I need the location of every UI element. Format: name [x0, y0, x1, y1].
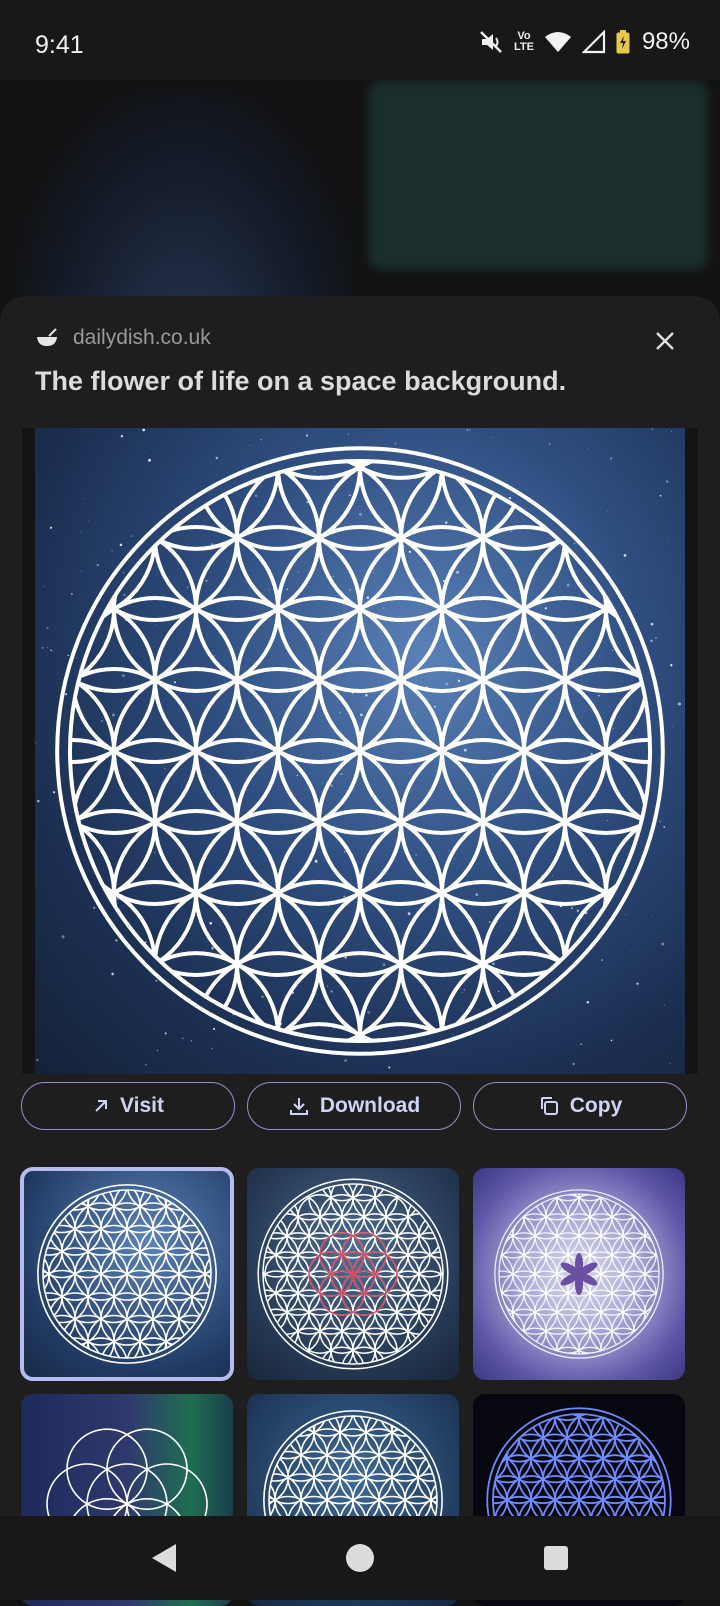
arrow-up-right-icon [95, 1100, 108, 1112]
home-button[interactable] [342, 1540, 378, 1576]
download-icon [289, 1098, 308, 1115]
thumbnail-3[interactable] [473, 1168, 685, 1380]
background-content [0, 80, 720, 320]
status-bar: 9:41 Vo LTE 98% [0, 0, 720, 80]
image-title: The flower of life on a space background… [35, 366, 567, 396]
thumbnail-2[interactable] [247, 1168, 459, 1380]
mute-icon [480, 31, 502, 53]
background-card-right [368, 80, 708, 270]
thumbnail-image [257, 1178, 449, 1370]
thumbnail-image [494, 1189, 664, 1359]
action-buttons: Visit Download Copy [21, 1082, 701, 1132]
navigation-bar [0, 1516, 720, 1600]
thumbnail-1[interactable] [20, 1167, 234, 1381]
source-domain[interactable]: dailydish.co.uk [73, 326, 211, 350]
flower-of-life-pattern [55, 446, 665, 1056]
wifi-icon [544, 32, 571, 52]
main-image[interactable] [35, 428, 685, 1074]
recents-square-icon [544, 1546, 568, 1570]
main-image-frame [22, 428, 698, 1074]
volte-icon: Vo LTE [514, 31, 534, 53]
copy-label: Copy [569, 1094, 623, 1117]
battery-percent: 98% [641, 28, 690, 55]
copy-icon [540, 1097, 558, 1115]
back-button[interactable] [146, 1540, 182, 1576]
source-row[interactable]: dailydish.co.uk [35, 326, 211, 350]
thumbnail-image [37, 1184, 217, 1364]
signal-icon [581, 30, 606, 54]
copy-button[interactable]: Copy [473, 1082, 687, 1130]
close-icon [656, 332, 674, 350]
status-time: 9:41 [35, 31, 84, 59]
status-icons: Vo LTE 98% [478, 28, 690, 56]
image-preview-sheet: dailydish.co.uk The flower of life on a … [0, 296, 720, 1606]
home-circle-icon [346, 1544, 374, 1572]
background-card-left [15, 90, 355, 320]
close-button[interactable] [648, 324, 682, 358]
bowl-icon [37, 328, 57, 346]
visit-label: Visit [120, 1094, 164, 1117]
battery-icon [616, 30, 630, 54]
visit-button[interactable]: Visit [21, 1082, 235, 1130]
back-triangle-icon [152, 1544, 176, 1572]
download-label: Download [319, 1094, 421, 1117]
volte-line2: LTE [513, 41, 534, 53]
recents-button[interactable] [538, 1540, 574, 1576]
download-button[interactable]: Download [247, 1082, 461, 1130]
